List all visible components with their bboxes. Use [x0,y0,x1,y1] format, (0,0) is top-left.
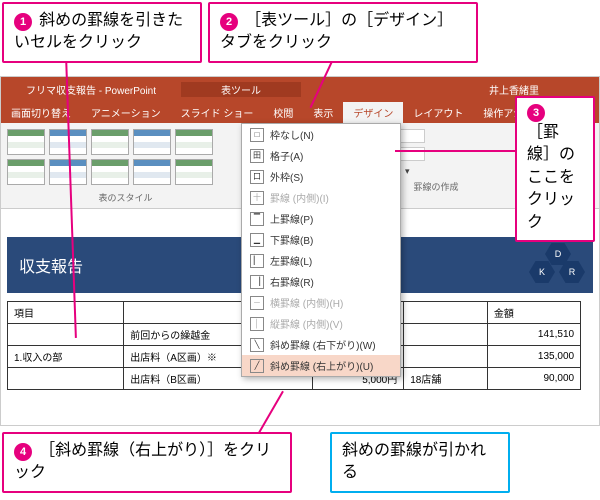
top-border-icon: ▔ [250,212,264,226]
menu-label: 上罫線(P) [270,211,313,226]
menu-label: 左罫線(L) [270,253,312,268]
menu-label: 横罫線 (内側)(H) [270,295,343,310]
menu-label: 縦罫線 (内側)(V) [270,316,343,331]
table-cell[interactable]: 135,000 [487,346,580,368]
inside-h-icon: ─ [250,296,264,310]
menu-label: 枠なし(N) [270,127,314,142]
callout-text-4: ［斜め罫線（右上がり）］をクリック [14,442,271,481]
header-cell[interactable] [404,302,488,324]
user-name: 井上香緒里 [301,82,599,97]
table-cell[interactable] [8,324,124,346]
ribbon-tabs: 画面切り替え アニメーション スライド ショー 校閲 表示 デザイン レイアウト… [1,101,599,123]
callout-badge-4: 4 [14,443,32,461]
table-styles-label: 表のスタイル [7,191,244,204]
powerpoint-window: フリマ収支報告 - PowerPoint 表ツール 井上香緒里 画面切り替え ア… [0,76,600,426]
tab-review[interactable]: 校閲 [263,102,303,123]
table-style-thumb[interactable] [91,159,129,185]
menu-label: 罫線 (内側)(I) [270,190,329,205]
tab-design[interactable]: デザイン [343,102,403,123]
callout-result: 斜めの罫線が引かれる [330,432,510,493]
header-cell[interactable]: 金額 [487,302,580,324]
pointer-line-3 [395,150,515,152]
menu-top-border[interactable]: ▔ 上罫線(P) [242,208,400,229]
title-bar: フリマ収支報告 - PowerPoint 表ツール 井上香緒里 [1,77,599,101]
table-style-thumb[interactable] [91,129,129,155]
menu-inside-borders[interactable]: 十罫線 (内側)(I) [242,187,400,208]
outside-border-icon: 口 [250,170,264,184]
menu-inside-h-border[interactable]: ─ 横罫線 (内側)(H) [242,292,400,313]
menu-all-borders[interactable]: 田格子(A) [242,145,400,166]
right-border-icon: ▕ [250,275,264,289]
table-cell[interactable]: 141,510 [487,324,580,346]
callout-text-1: 斜めの罫線を引きたいセルをクリック [14,12,183,51]
tab-slideshow[interactable]: スライド ショー [171,102,264,123]
inside-v-icon: │ [250,317,264,331]
callout-3: 3 ［罫線］のここをクリック [515,96,595,242]
menu-label: 右罫線(R) [270,274,314,289]
menu-bottom-border[interactable]: ▁ 下罫線(B) [242,229,400,250]
menu-diagonal-up[interactable]: ╱ 斜め罫線 (右上がり)(U) [242,355,400,376]
table-style-thumb[interactable] [7,129,45,155]
callout-4: 4 ［斜め罫線（右上がり）］をクリック [2,432,292,493]
table-style-thumb[interactable] [133,129,171,155]
menu-label: 外枠(S) [270,169,303,184]
table-cell[interactable] [404,324,488,346]
tab-layout[interactable]: レイアウト [403,102,473,123]
hex-logo: D K R [523,243,583,287]
table-styles-gallery: 表のスタイル [1,123,251,208]
table-cell[interactable]: 90,000 [487,368,580,390]
menu-inside-v-border[interactable]: │ 縦罫線 (内側)(V) [242,313,400,334]
all-borders-icon: 田 [250,149,264,163]
callout-text-2: ［表ツール］の［デザイン］タブをクリック [220,12,453,51]
callout-2: 2 ［表ツール］の［デザイン］タブをクリック [208,2,478,63]
callout-text-5: 斜めの罫線が引かれる [342,442,486,481]
callout-text-3: ［罫線］のここをクリック [527,124,575,231]
menu-right-border[interactable]: ▕ 右罫線(R) [242,271,400,292]
callout-badge-1: 1 [14,13,32,31]
table-style-thumb[interactable] [133,159,171,185]
bottom-border-icon: ▁ [250,233,264,247]
callout-badge-3: 3 [527,104,545,122]
menu-left-border[interactable]: ▏ 左罫線(L) [242,250,400,271]
inside-border-icon: 十 [250,191,264,205]
header-cell[interactable]: 項目 [8,302,124,324]
left-border-icon: ▏ [250,254,264,268]
callout-badge-2: 2 [220,13,238,31]
borders-dropdown-menu: □ 枠なし(N) 田格子(A) 口外枠(S) 十罫線 (内側)(I) ▔ 上罫線(P… [241,123,401,377]
table-cell[interactable] [404,346,488,368]
diag-up-icon: ╱ [250,359,264,373]
contextual-tool-label: 表ツール [181,82,301,97]
table-style-thumb[interactable] [7,159,45,185]
no-border-icon: □ [250,128,264,142]
callout-1: 1 斜めの罫線を引きたいセルをクリック [2,2,202,63]
table-style-thumb[interactable] [175,159,213,185]
tab-animations[interactable]: アニメーション [81,102,171,123]
menu-no-border[interactable]: □ 枠なし(N) [242,124,400,145]
table-style-thumb[interactable] [175,129,213,155]
window-title: フリマ収支報告 - PowerPoint [1,82,181,97]
menu-outside-borders[interactable]: 口外枠(S) [242,166,400,187]
menu-diagonal-down[interactable]: ╲ 斜め罫線 (右下がり)(W) [242,334,400,355]
menu-label: 下罫線(B) [270,232,313,247]
table-cell[interactable]: 18店舗 [404,368,488,390]
menu-label: 斜め罫線 (右上がり)(U) [270,358,373,373]
table-cell[interactable]: 1.収入の部 [8,346,124,368]
table-cell[interactable] [8,368,124,390]
menu-label: 斜め罫線 (右下がり)(W) [270,337,376,352]
diag-down-icon: ╲ [250,338,264,352]
menu-label: 格子(A) [270,148,303,163]
